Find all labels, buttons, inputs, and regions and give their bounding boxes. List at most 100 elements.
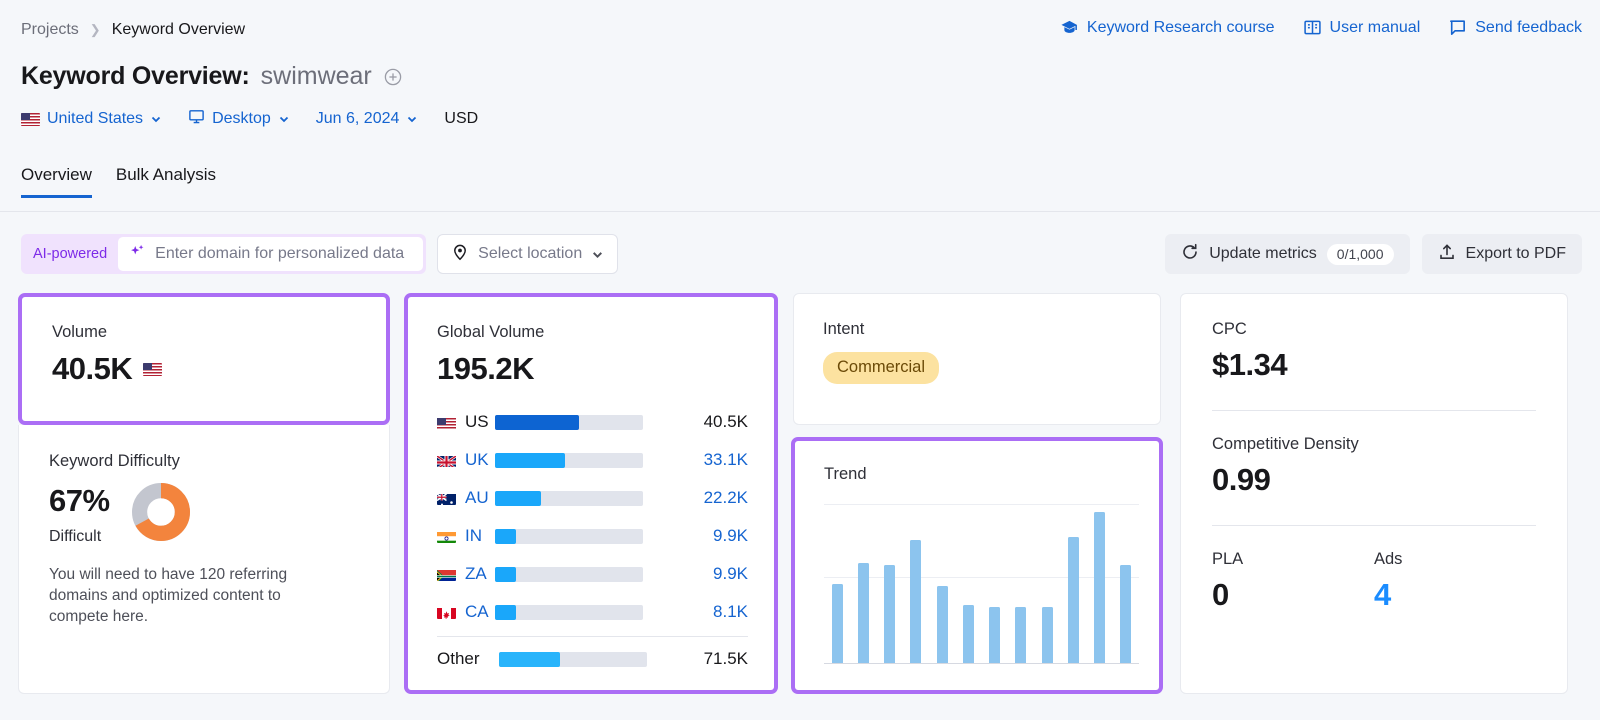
- country-selector[interactable]: United States: [21, 110, 162, 128]
- trend-card[interactable]: Trend: [791, 437, 1163, 694]
- au-flag-icon: [437, 492, 456, 505]
- trend-bar-slot[interactable]: [982, 504, 1008, 663]
- global-volume-row[interactable]: AU 22.2K: [437, 479, 748, 517]
- update-metrics-button[interactable]: Update metrics 0/1,000: [1165, 234, 1410, 274]
- location-selector[interactable]: Select location: [437, 234, 619, 274]
- device-label: Desktop: [212, 110, 271, 127]
- update-metrics-label: Update metrics: [1209, 245, 1317, 262]
- keyword-difficulty-card[interactable]: Keyword Difficulty 67% Difficult You wil…: [18, 425, 390, 694]
- divider: [437, 636, 748, 637]
- keyword-difficulty-content: Keyword Difficulty 67% Difficult You wil…: [19, 425, 389, 627]
- trend-bar-slot[interactable]: [1087, 504, 1113, 663]
- paid-metrics-content: CPC $1.34 Competitive Density 0.99 PLA 0…: [1181, 294, 1567, 613]
- volume-bar-fill: [495, 604, 516, 620]
- keyword-overview-page: Projects ❯ Keyword Overview Keyword Rese…: [0, 0, 1600, 720]
- page-title-keyword: swimwear: [260, 62, 372, 90]
- domain-input-wrap[interactable]: Enter domain for personalized data: [118, 237, 424, 271]
- tab-divider: [0, 211, 1600, 212]
- device-selector[interactable]: Desktop: [188, 108, 290, 130]
- volume-card-content: Volume 40.5K: [22, 297, 386, 387]
- keyword-difficulty-description: You will need to have 120 referring doma…: [49, 566, 288, 625]
- tab-overview[interactable]: Overview: [21, 165, 92, 198]
- trend-bar-slot[interactable]: [1113, 504, 1139, 663]
- trend-bar-slot[interactable]: [1034, 504, 1060, 663]
- add-keyword-icon[interactable]: [383, 67, 403, 87]
- page-title: Keyword Overview: swimwear: [21, 62, 403, 91]
- location-pin-icon: [451, 243, 469, 266]
- volume-bar-track: [495, 566, 643, 582]
- export-icon: [1438, 243, 1456, 266]
- ai-domain-field: AI-powered Enter domain for personalized…: [21, 234, 427, 274]
- global-volume-other-row[interactable]: Other 71.5K: [437, 640, 748, 678]
- intent-content: Intent Commercial: [794, 294, 1160, 384]
- keyword-difficulty-row: 67% Difficult: [49, 483, 389, 546]
- date-selector[interactable]: Jun 6, 2024: [316, 110, 419, 128]
- intent-card[interactable]: Intent Commercial: [793, 293, 1161, 425]
- trend-bar-slot[interactable]: [929, 504, 955, 663]
- keyword-difficulty-text: 67% Difficult: [49, 483, 110, 546]
- volume-bar-track: [495, 490, 643, 506]
- export-to-pdf-button[interactable]: Export to PDF: [1421, 234, 1582, 274]
- send-feedback-link[interactable]: Send feedback: [1448, 18, 1582, 37]
- trend-bar-slot[interactable]: [1060, 504, 1086, 663]
- trend-chart: [824, 504, 1139, 664]
- intent-chip: Commercial: [823, 352, 940, 384]
- volume-label: Volume: [52, 323, 108, 341]
- country-code: CA: [465, 602, 489, 621]
- trend-bar-slot[interactable]: [955, 504, 981, 663]
- trend-bar-slot[interactable]: [824, 504, 850, 663]
- ads-value[interactable]: 4: [1374, 577, 1536, 613]
- volume-bar-fill: [495, 528, 516, 544]
- global-volume-row[interactable]: ZA 9.9K: [437, 555, 748, 593]
- country-cell: ZA: [437, 564, 491, 584]
- user-manual-link[interactable]: User manual: [1303, 18, 1420, 37]
- country-cell: IN: [437, 526, 491, 546]
- volume-card[interactable]: Volume 40.5K: [18, 293, 390, 425]
- export-to-pdf-label: Export to PDF: [1465, 245, 1566, 262]
- country-code: IN: [465, 526, 482, 545]
- trend-bars: [824, 504, 1139, 663]
- volume-bar-track: [495, 414, 643, 430]
- trend-bar: [936, 585, 948, 663]
- breadcrumb-current: Keyword Overview: [111, 21, 246, 38]
- trend-bar: [884, 564, 896, 663]
- trend-bar-slot[interactable]: [877, 504, 903, 663]
- global-volume-row[interactable]: US 40.5K: [437, 403, 748, 441]
- competitive-density-block: Competitive Density 0.99: [1212, 435, 1536, 498]
- volume-bar-track: [499, 651, 647, 667]
- global-volume-row[interactable]: UK 33.1K: [437, 441, 748, 479]
- tab-bulk-analysis[interactable]: Bulk Analysis: [116, 165, 216, 198]
- global-volume-row[interactable]: IN 9.9K: [437, 517, 748, 555]
- trend-bar-slot[interactable]: [903, 504, 929, 663]
- send-feedback-label: Send feedback: [1475, 18, 1582, 36]
- us-flag-icon: [143, 362, 163, 376]
- page-title-prefix: Keyword Overview:: [21, 62, 250, 90]
- trend-bar-slot[interactable]: [850, 504, 876, 663]
- domain-input-placeholder: Enter domain for personalized data: [155, 245, 405, 262]
- global-volume-label: Global Volume: [437, 323, 545, 341]
- competitive-density-label: Competitive Density: [1212, 435, 1359, 453]
- country-cell: UK: [437, 450, 491, 470]
- breadcrumb-separator-icon: ❯: [89, 22, 101, 37]
- ca-flag-icon: [437, 606, 456, 619]
- volume-bar-fill: [495, 414, 580, 430]
- breadcrumb-projects[interactable]: Projects: [21, 21, 79, 39]
- trend-bar: [989, 606, 1001, 663]
- global-volume-row[interactable]: CA 8.1K: [437, 593, 748, 631]
- trend-bar: [831, 584, 843, 663]
- ads-label: Ads: [1374, 550, 1403, 568]
- global-volume-card[interactable]: Global Volume 195.2K US 40.5K UK 33.1K AU 22.…: [404, 293, 778, 694]
- keyword-research-course-link[interactable]: Keyword Research course: [1060, 18, 1275, 37]
- chevron-down-icon: [593, 251, 603, 258]
- paid-metrics-card[interactable]: CPC $1.34 Competitive Density 0.99 PLA 0…: [1180, 293, 1568, 694]
- za-flag-icon: [437, 568, 456, 581]
- ai-powered-badge: AI-powered: [33, 246, 108, 262]
- message-icon: [1448, 18, 1467, 37]
- trend-bar-slot[interactable]: [1008, 504, 1034, 663]
- keyword-research-course-label: Keyword Research course: [1086, 18, 1275, 36]
- country-cell: CA: [437, 602, 491, 622]
- chevron-down-icon: [151, 116, 161, 123]
- country-cell: Other: [437, 649, 495, 669]
- us-flag-icon: [437, 416, 456, 429]
- global-volume-rows: US 40.5K UK 33.1K AU 22.2K IN 9.9K ZA 9.9K CA 8.1K O…: [437, 403, 748, 678]
